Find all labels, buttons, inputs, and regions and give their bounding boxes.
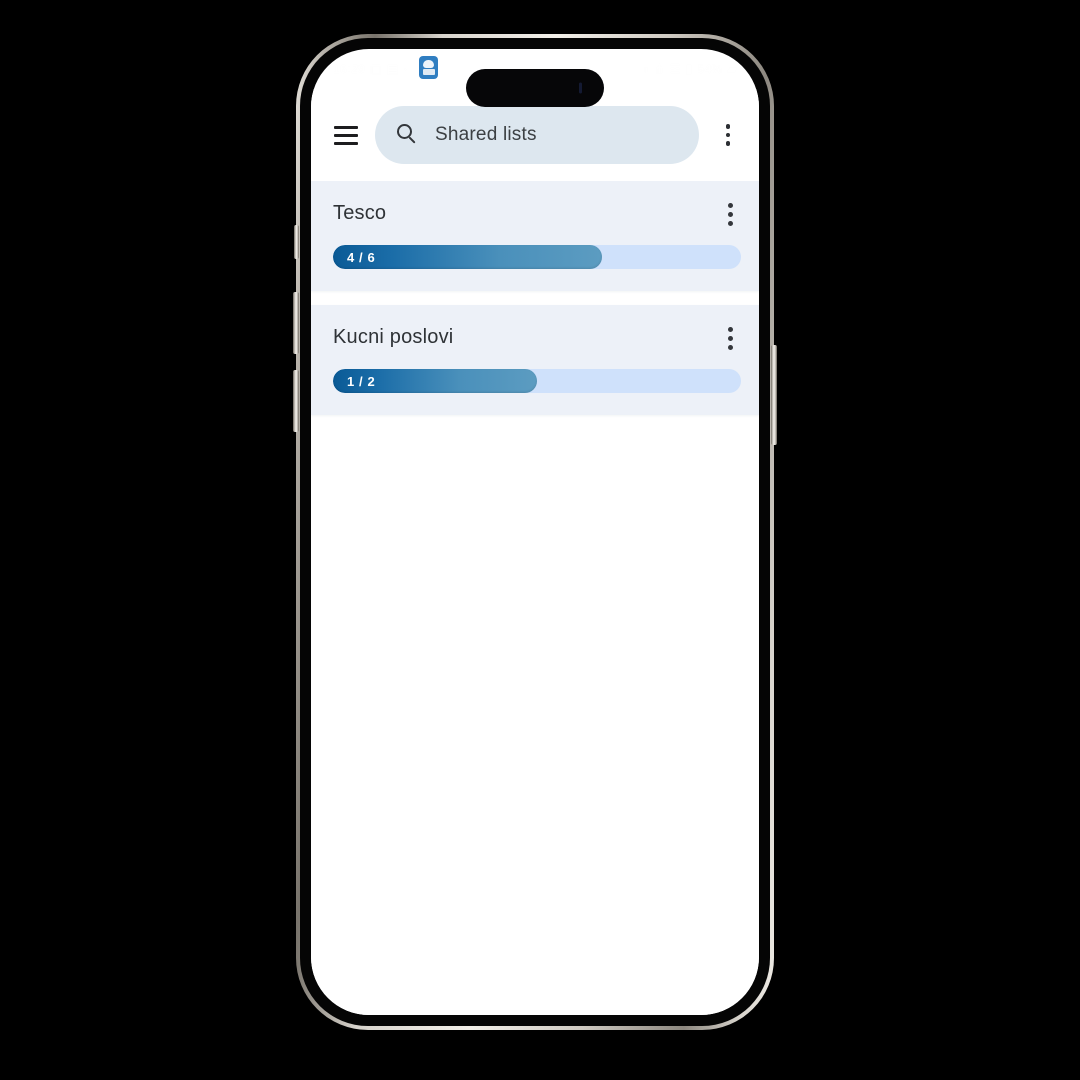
dot-icon: · bbox=[403, 62, 408, 76]
progress-track: 1 / 2 bbox=[333, 369, 741, 393]
card-header: Kucni poslovi bbox=[333, 323, 741, 355]
list-overflow-icon[interactable] bbox=[715, 321, 745, 355]
list-overflow-icon[interactable] bbox=[715, 197, 745, 231]
list-item[interactable]: Kucni poslovi 1 / 2 bbox=[311, 305, 759, 415]
more-vertical-icon[interactable] bbox=[711, 115, 745, 155]
volume-down-button[interactable] bbox=[293, 370, 299, 432]
dot-1 bbox=[727, 326, 733, 332]
dot-3 bbox=[727, 344, 733, 350]
search-input[interactable]: Shared lists bbox=[375, 106, 699, 164]
progress-track: 4 / 6 bbox=[333, 245, 741, 269]
list-title: Tesco bbox=[333, 202, 387, 224]
status-bar-left: 16:29 ▣ ▤ · bbox=[333, 63, 408, 75]
search-input-value: Shared lists bbox=[435, 124, 537, 145]
shared-lists-container: Tesco 4 / 6 Kucni poslovi 1 / 2 bbox=[311, 181, 759, 1015]
progress-fill: 4 / 6 bbox=[333, 245, 603, 269]
dot-3 bbox=[725, 141, 731, 146]
status-bar-right: ◑ ⋔ ☲ ▮ 54% ▰ bbox=[642, 63, 737, 75]
wifi-icon: ☲ bbox=[669, 62, 681, 76]
dot-1 bbox=[727, 202, 733, 208]
vibrate-icon: ⋔ bbox=[654, 62, 665, 76]
front-camera-sensor bbox=[579, 82, 582, 94]
battery-percentage: 54% bbox=[697, 62, 723, 76]
volume-up-button[interactable] bbox=[293, 292, 299, 354]
menu-bar-3 bbox=[334, 141, 358, 145]
progress-label: 1 / 2 bbox=[347, 373, 376, 389]
app-icon-body bbox=[422, 69, 435, 75]
dot-2 bbox=[727, 335, 733, 341]
search-icon bbox=[397, 124, 419, 146]
hamburger-menu-icon[interactable] bbox=[329, 118, 363, 152]
dynamic-island bbox=[466, 69, 604, 107]
dot-3 bbox=[727, 220, 733, 226]
contact-icon: ▤ bbox=[386, 62, 399, 76]
screenshot-icon: ▣ bbox=[370, 62, 382, 76]
app-icon-head bbox=[423, 60, 434, 68]
power-button[interactable] bbox=[771, 345, 777, 445]
dot-2 bbox=[725, 132, 731, 138]
phone-screen: 16:29 ▣ ▤ · ◑ ⋔ ☲ ▮ 54% ▰ Shared lists T… bbox=[311, 49, 759, 1015]
status-time: 16:29 bbox=[333, 62, 366, 76]
list-title: Kucni poslovi bbox=[333, 326, 454, 348]
progress-label: 4 / 6 bbox=[347, 249, 376, 265]
app-notification-icon bbox=[419, 56, 438, 79]
card-header: Tesco bbox=[333, 199, 741, 231]
alarm-icon: ◑ bbox=[641, 62, 650, 76]
list-item[interactable]: Tesco 4 / 6 bbox=[311, 181, 759, 291]
progress-fill: 1 / 2 bbox=[333, 369, 537, 393]
silent-switch[interactable] bbox=[294, 225, 299, 259]
dot-2 bbox=[727, 211, 733, 217]
signal-icon: ▮ bbox=[685, 62, 693, 76]
battery-icon: ▰ bbox=[727, 62, 737, 76]
dot-1 bbox=[725, 124, 731, 129]
menu-bar-1 bbox=[334, 125, 358, 129]
menu-bar-2 bbox=[334, 133, 358, 137]
